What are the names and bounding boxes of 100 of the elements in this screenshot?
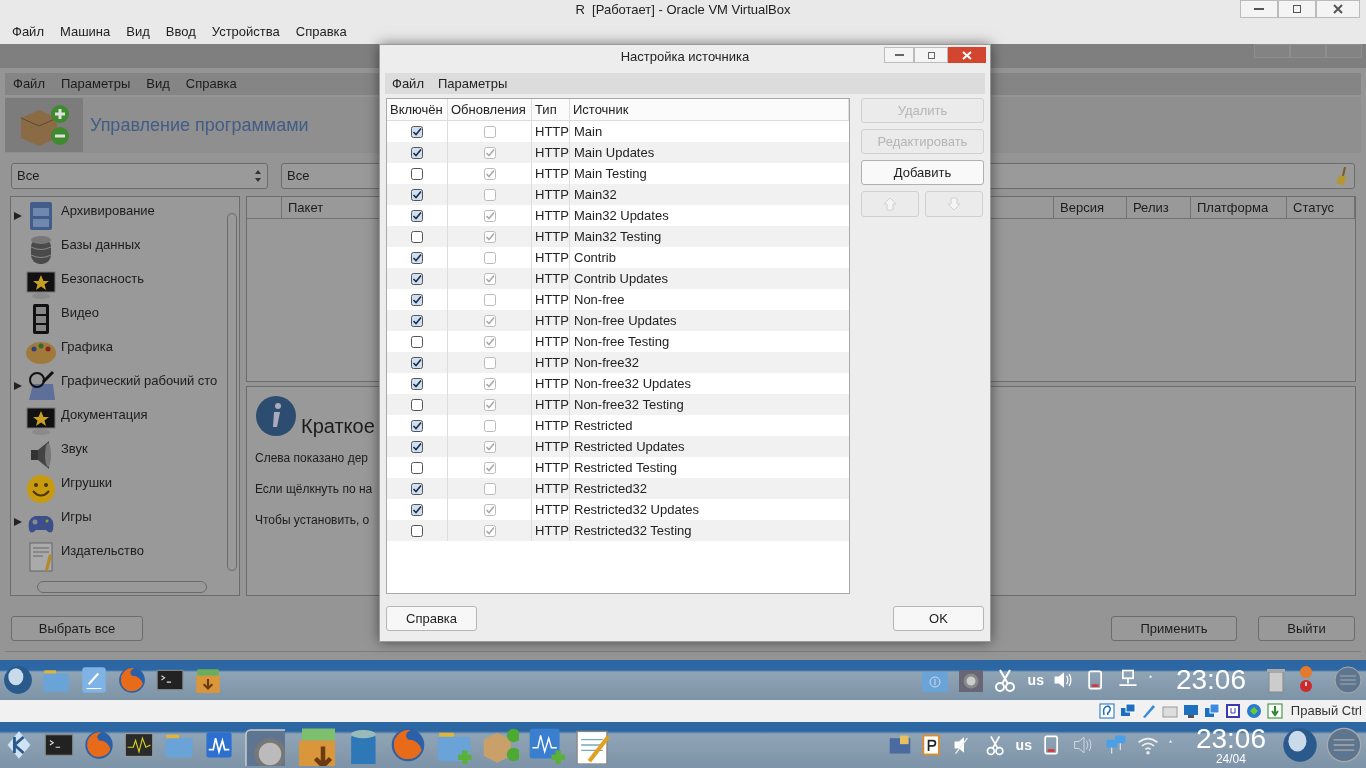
browser-icon[interactable]	[389, 726, 427, 764]
checkbox[interactable]	[411, 440, 423, 453]
menu-item[interactable]: Файл	[5, 74, 53, 94]
menu-item[interactable]: Справка	[287, 22, 355, 42]
minimize-button[interactable]	[1240, 0, 1278, 18]
sphere-icon[interactable]	[1282, 727, 1318, 763]
waveform-monitor-icon[interactable]	[203, 729, 235, 761]
restore-button[interactable]	[1278, 0, 1316, 18]
checkbox[interactable]	[483, 293, 496, 306]
checkbox[interactable]	[483, 440, 496, 453]
checkbox[interactable]	[483, 335, 496, 348]
waveform-add-icon[interactable]	[527, 726, 565, 764]
menu-item[interactable]: Справка	[177, 74, 245, 94]
expand-arrow-icon[interactable]	[14, 212, 22, 220]
column-header[interactable]: Платформа	[1191, 197, 1287, 218]
category-item[interactable]: Звук	[61, 439, 88, 459]
menu-circle-icon[interactable]	[1326, 727, 1362, 763]
checkbox[interactable]	[483, 251, 496, 264]
checkbox[interactable]	[483, 461, 496, 474]
category-item[interactable]: Графический рабочий сто	[61, 371, 218, 391]
expand-arrow-icon[interactable]	[14, 382, 22, 390]
close-button[interactable]	[948, 47, 986, 63]
checkbox[interactable]	[411, 503, 423, 516]
category-item[interactable]: Графика	[61, 337, 113, 357]
package-add-remove-icon[interactable]	[481, 726, 519, 764]
menu-item[interactable]: Файл	[385, 73, 431, 94]
checkbox[interactable]	[411, 398, 423, 411]
checkbox[interactable]	[483, 188, 496, 201]
menu-item[interactable]: Вид	[118, 22, 158, 42]
menu-circle-icon[interactable]	[1334, 666, 1362, 694]
minimize-button[interactable]	[884, 47, 914, 63]
display-icon[interactable]	[1182, 703, 1199, 719]
checkbox[interactable]	[411, 293, 423, 306]
checkbox[interactable]	[411, 125, 423, 138]
checkbox[interactable]	[411, 419, 423, 432]
close-button[interactable]	[1316, 0, 1360, 18]
category-item[interactable]: Безопасность	[61, 269, 144, 289]
download-icon[interactable]	[1266, 703, 1283, 719]
checkbox[interactable]	[483, 125, 496, 138]
checkbox[interactable]	[483, 146, 496, 159]
category-item[interactable]: Базы данных	[61, 235, 141, 255]
menu-item[interactable]: Ввод	[157, 22, 204, 42]
sphere-icon[interactable]	[3, 665, 33, 695]
checkbox[interactable]	[483, 230, 496, 243]
checkbox[interactable]	[411, 146, 423, 159]
pen-icon[interactable]	[1140, 703, 1157, 719]
checkbox[interactable]	[411, 188, 423, 201]
select-all-button[interactable]: Выбрать все	[11, 616, 143, 641]
status-filter[interactable]: Все	[287, 166, 310, 186]
browser-icon[interactable]	[83, 729, 115, 761]
checkbox[interactable]	[483, 419, 496, 432]
menu-item[interactable]: Файл	[4, 22, 52, 42]
menu-item[interactable]: Параметры	[430, 73, 515, 94]
quit-button[interactable]: Выйти	[1258, 616, 1355, 641]
category-item[interactable]: Издательство	[61, 541, 144, 561]
checkbox[interactable]	[483, 377, 496, 390]
broom-icon[interactable]	[1335, 167, 1349, 185]
windows-icon[interactable]	[1119, 703, 1136, 719]
restore-button[interactable]	[914, 47, 948, 63]
checkbox[interactable]	[483, 503, 496, 516]
checkbox[interactable]	[411, 251, 423, 264]
browser-icon[interactable]	[117, 665, 147, 695]
expand-arrow-icon[interactable]	[14, 518, 22, 526]
category-item[interactable]: Игрушки	[61, 473, 113, 493]
column-header[interactable]: Релиз	[1127, 197, 1191, 218]
checkbox[interactable]	[411, 314, 423, 327]
menu-item[interactable]: Вид	[138, 74, 178, 94]
column-header[interactable]: Обновления	[448, 99, 532, 120]
checkbox[interactable]	[483, 314, 496, 327]
puzzle-icon[interactable]	[887, 733, 912, 757]
checkbox[interactable]	[411, 272, 423, 285]
column-header[interactable]: Версия	[1054, 197, 1127, 218]
apply-button[interactable]: Применить	[1111, 616, 1237, 641]
checkbox[interactable]	[411, 461, 423, 474]
category-item[interactable]: Игры	[61, 507, 92, 527]
category-item[interactable]: Архивирование	[61, 201, 155, 221]
checkbox[interactable]	[483, 398, 496, 411]
category-select[interactable]: Все	[11, 163, 268, 189]
checkbox[interactable]	[411, 335, 423, 348]
category-item[interactable]: Видео	[61, 303, 99, 323]
checkbox[interactable]	[411, 377, 423, 390]
checkbox[interactable]	[483, 356, 496, 369]
sync-globe-icon[interactable]	[1245, 703, 1262, 719]
checkbox[interactable]	[483, 272, 496, 285]
note-pen-icon[interactable]	[79, 665, 109, 695]
menu-item[interactable]: Машина	[51, 22, 119, 42]
windows-icon[interactable]	[1203, 703, 1220, 719]
checkbox[interactable]	[411, 356, 423, 369]
column-header[interactable]: Тип	[532, 99, 570, 120]
checkbox[interactable]	[483, 209, 496, 222]
date[interactable]: 24/04	[1215, 753, 1246, 765]
checkbox[interactable]	[411, 230, 423, 243]
chip-icon[interactable]	[1224, 703, 1241, 719]
column-header[interactable]: Источник	[570, 99, 849, 120]
category-item[interactable]: Документация	[61, 405, 148, 425]
ok-button[interactable]: OK	[893, 606, 984, 631]
help-button[interactable]: Справка	[386, 606, 477, 631]
checkbox[interactable]	[483, 524, 496, 537]
checkbox[interactable]	[483, 167, 496, 180]
checkbox[interactable]	[411, 482, 423, 495]
